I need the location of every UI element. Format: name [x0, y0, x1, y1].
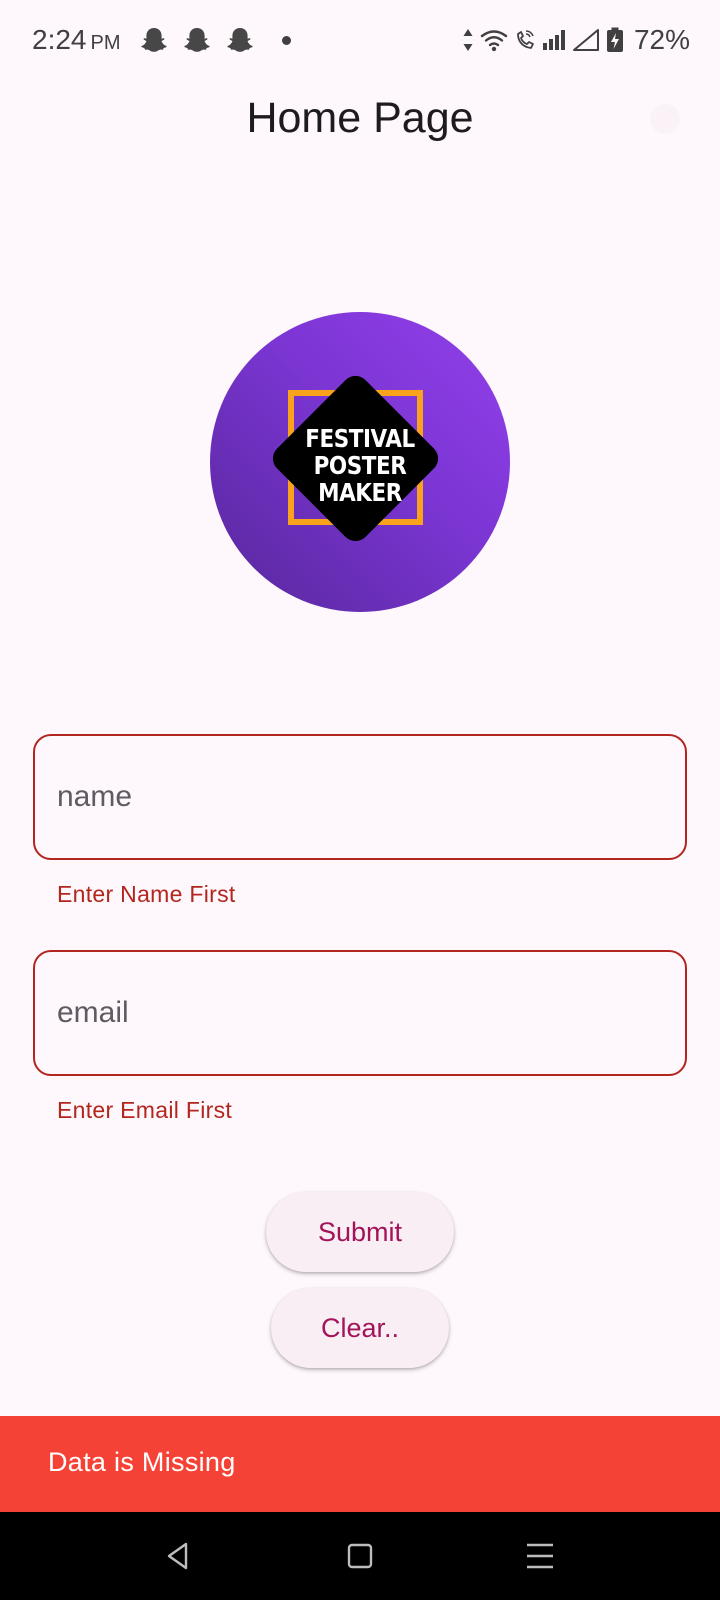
status-time-ampm: PM: [90, 32, 121, 54]
logo-line-2: POSTER: [313, 451, 407, 480]
status-time: 2:24 PM: [32, 24, 121, 56]
recents-menu-icon[interactable]: [518, 1534, 562, 1578]
back-icon[interactable]: [156, 1534, 200, 1578]
name-field[interactable]: [33, 734, 687, 860]
home-icon[interactable]: [338, 1534, 382, 1578]
wifi-call-icon: [517, 30, 534, 49]
notification-dot-icon: [282, 36, 291, 45]
logo-line-3: MAKER: [318, 478, 402, 507]
clear-button[interactable]: Clear..: [271, 1288, 449, 1368]
snapchat-icon: [184, 28, 210, 52]
snackbar: Data is Missing: [0, 1416, 720, 1512]
status-time-value: 2:24: [32, 24, 87, 55]
signal-empty-icon: [572, 29, 599, 51]
page-title: Home Page: [246, 94, 474, 142]
snapchat-icon: [227, 28, 253, 52]
email-error-text: Enter Email First: [57, 1097, 233, 1123]
signal-icon: [542, 30, 565, 50]
navigation-bar: [0, 1512, 720, 1600]
battery-charging-icon: [606, 27, 623, 52]
snackbar-message: Data is Missing: [48, 1447, 236, 1477]
app-bar: Home Page: [0, 80, 720, 156]
status-right-icons: 72%: [462, 24, 690, 56]
logo-line-1: FESTIVAL: [305, 424, 415, 453]
status-bar: 2:24 PM 72%: [0, 0, 720, 80]
name-input[interactable]: [57, 736, 657, 858]
wifi-icon: [480, 30, 508, 52]
festival-poster-maker-logo: FESTIVAL POSTER MAKER: [210, 312, 510, 612]
logo-text: FESTIVAL POSTER MAKER: [291, 425, 429, 506]
email-field[interactable]: [33, 950, 687, 1076]
battery-percentage: 72%: [633, 24, 690, 55]
email-input[interactable]: [57, 952, 657, 1074]
data-arrows-icon: [463, 29, 473, 51]
name-error-text: Enter Name First: [57, 881, 236, 907]
snapchat-icon: [141, 28, 167, 52]
faint-action-icon[interactable]: [650, 104, 680, 134]
submit-button[interactable]: Submit: [266, 1192, 454, 1272]
